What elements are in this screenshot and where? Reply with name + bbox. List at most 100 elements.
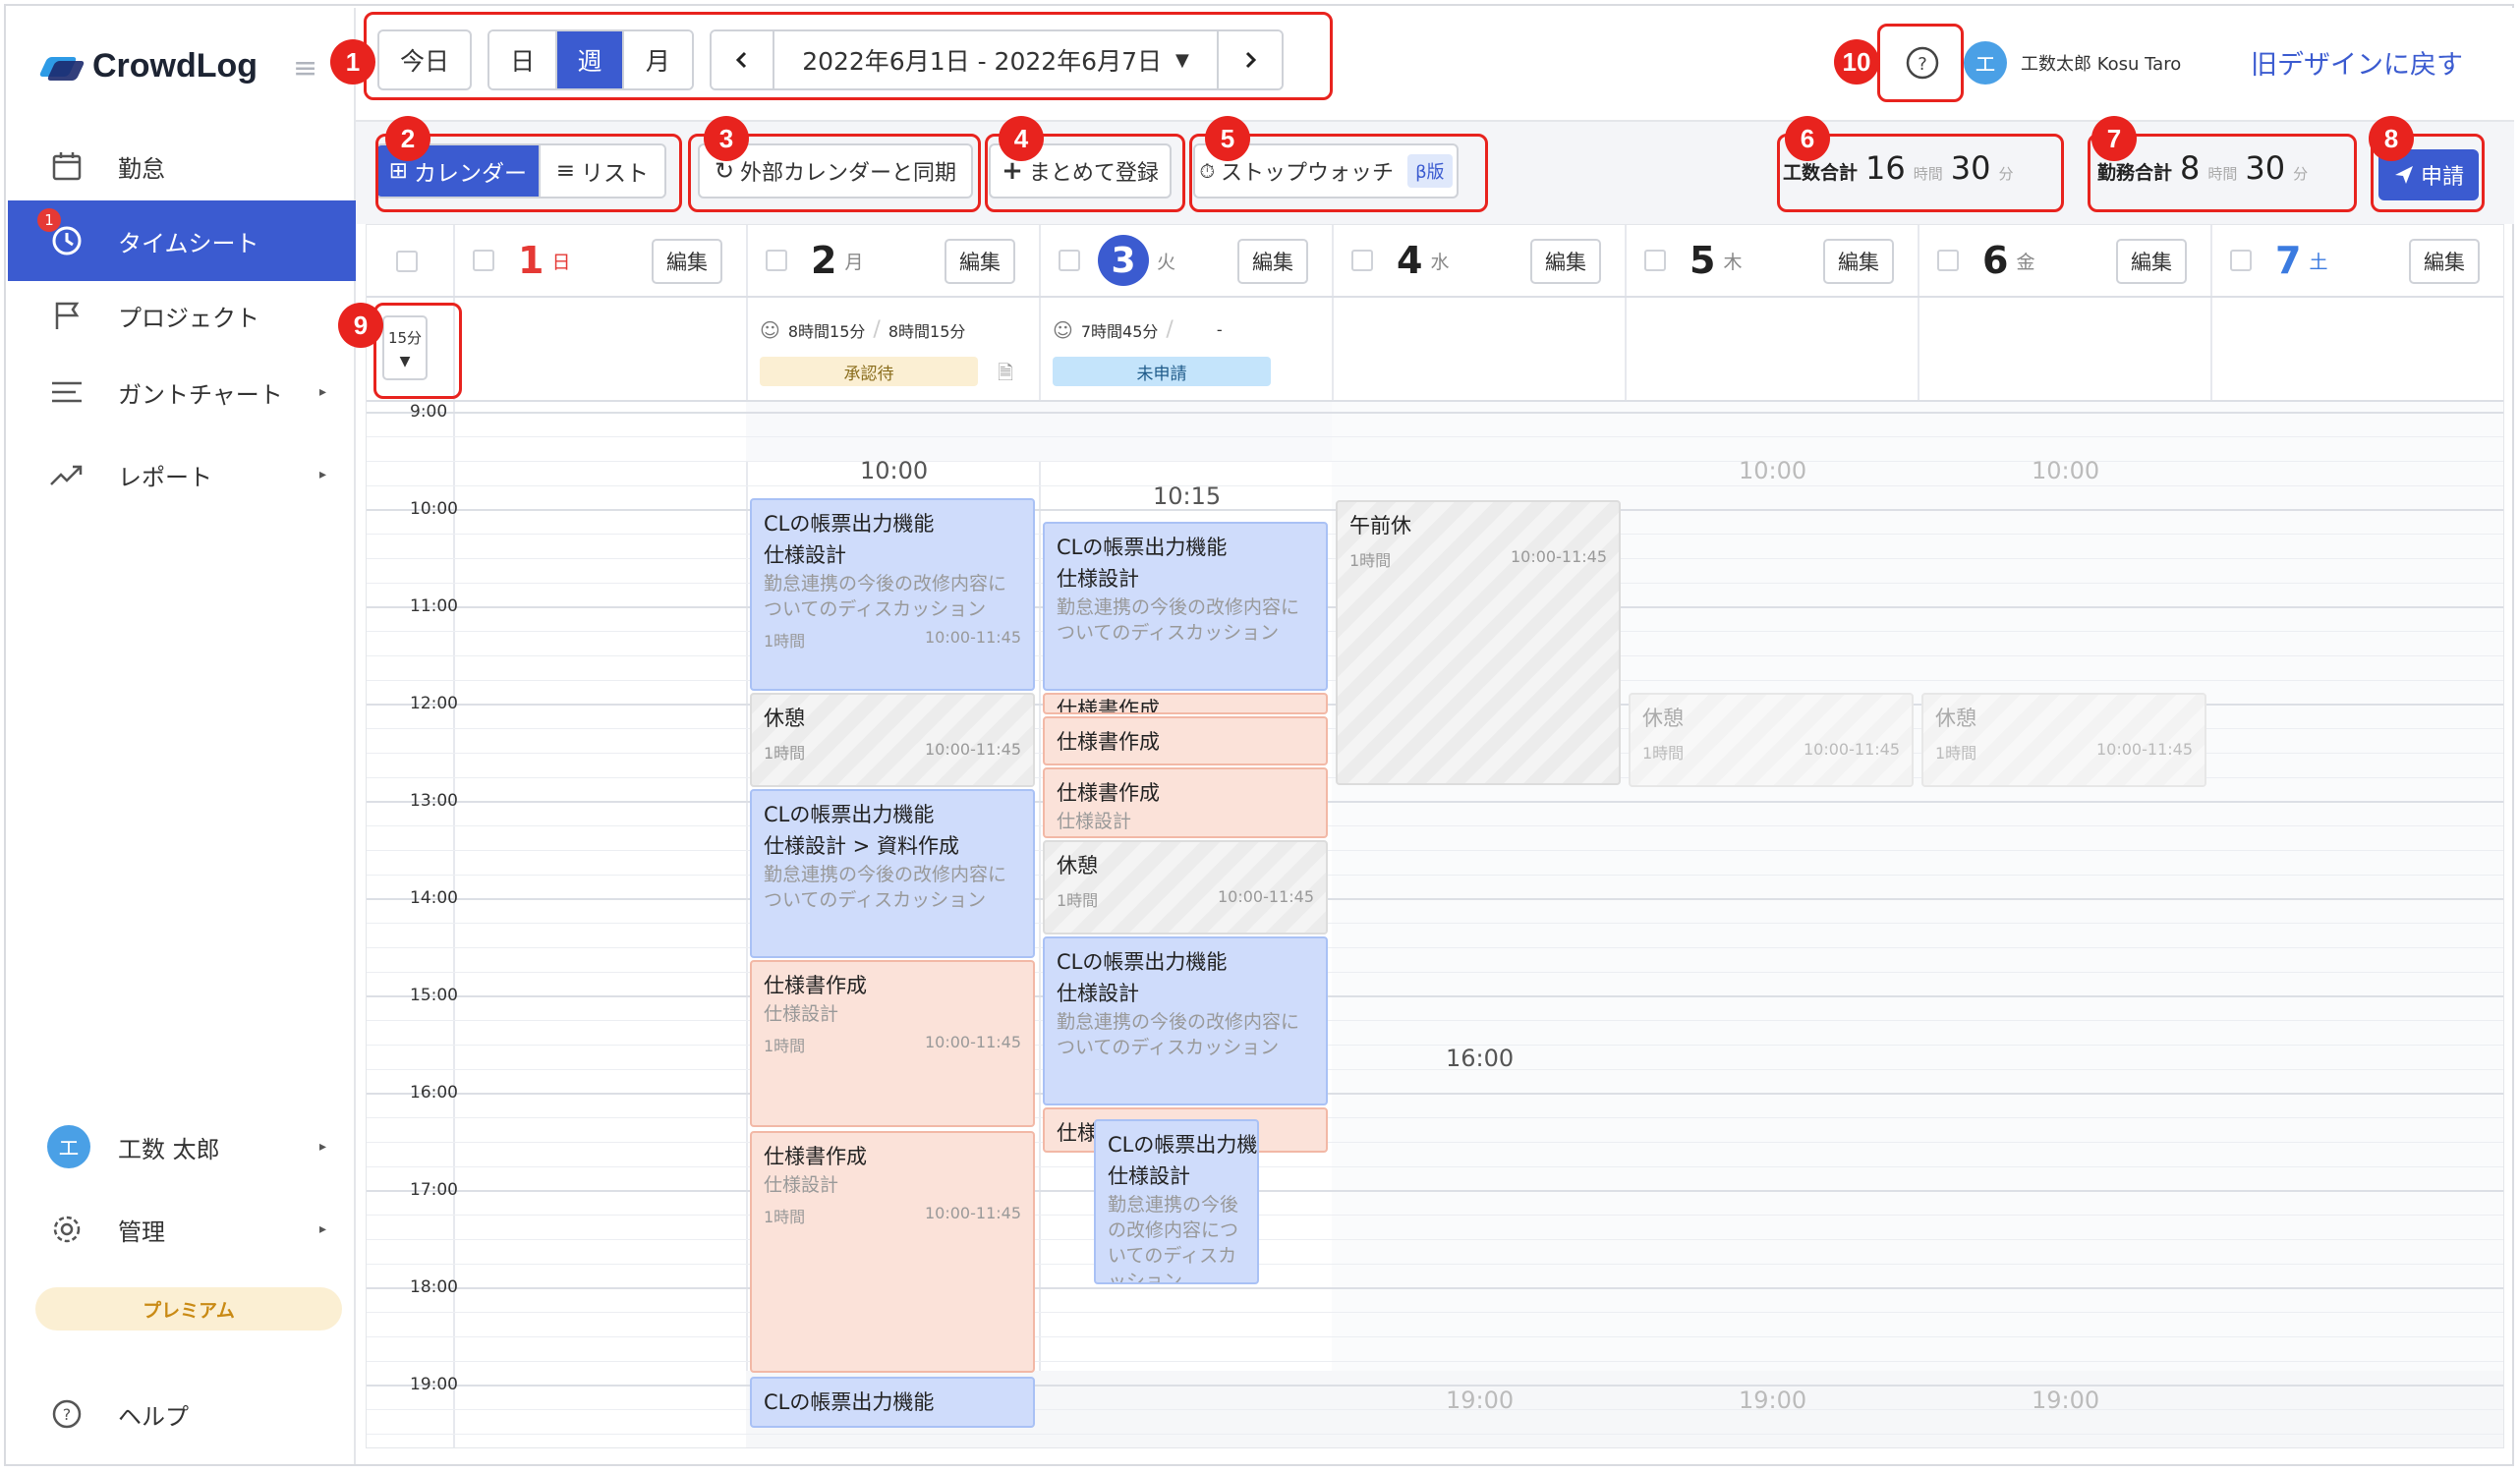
day-of-week: 金 [2016,251,2035,273]
calendar-event[interactable]: 仕様書作成 仕様設計 1時間 10:00-11:45 [750,960,1035,1127]
calendar-event[interactable]: 休憩 1時間 10:00-11:45 [1629,693,1914,787]
time-label: 17:00 [410,1180,458,1200]
notification-badge: 1 [37,208,61,232]
event-description: 勤怠連携の今後の改修内容についてのディスカッション [1057,596,1300,644]
edit-day-button[interactable]: 編集 [2409,239,2480,284]
edit-day-button[interactable]: 編集 [1823,239,1894,284]
end-marker: 19:00 [1446,1387,1515,1414]
day-number: 5 [1690,239,1716,282]
day-checkbox[interactable] [1644,250,1666,271]
event-task: 仕様設計 [1057,811,1132,832]
callout-number-5: 5 [1205,116,1250,161]
menu-collapse-icon[interactable]: ≡ [293,51,317,85]
attendance-start-mon: 10:00 [860,457,929,484]
planned-hours: 8時間15分 [888,321,966,341]
calendar-event[interactable]: CLの帳票出力機能 仕様設計 > 資料作成 勤怠連携の今後の改修内容についてのデ… [750,789,1035,958]
event-task: 仕様設計 > 資料作成 [764,834,959,858]
day-checkbox[interactable] [1937,250,1959,271]
day-number: 2 [811,239,837,282]
status-badge: 承認待 [760,357,978,386]
edit-day-button[interactable]: 編集 [1530,239,1601,284]
day-number: 6 [1982,239,2009,282]
flag-icon [47,296,86,335]
calendar-event[interactable]: CLの帳票出力機能 仕様設計 勤怠連携の今後の改修内容についてのディスカッション… [750,498,1035,691]
sidebar-item-label: プロジェクト [118,304,259,332]
event-time-range: 10:00-11:45 [925,740,1021,759]
day-checkbox[interactable] [2230,250,2252,271]
event-task: 仕様設計 [1108,1164,1190,1188]
chevron-right-icon: ▸ [318,1221,326,1237]
sidebar-item-project[interactable]: プロジェクト [8,275,356,356]
day-of-week: 木 [1723,251,1743,273]
select-all-checkbox[interactable] [396,251,418,272]
attendance-start-fri: 10:00 [2032,457,2100,484]
calendar-event[interactable]: 仕様書作成 仕様設計 1時間 10:00-11:45 [750,1131,1035,1373]
event-duration: 1時間 [764,744,806,763]
sidebar-item-admin[interactable]: 管理 ▸ [8,1189,356,1270]
time-label: 18:00 [410,1277,458,1297]
event-title: CLの帳票出力機能 [764,1390,935,1414]
day-checkbox[interactable] [473,250,494,271]
calendar-event-dragging[interactable]: CLの帳票出力機 仕様設計 勤怠連携の今後の改修内容についてのディスカッション [1094,1119,1259,1284]
event-description: 勤怠連携の今後の改修内容についてのディスカッション [764,573,1007,620]
planned-hours: - [1216,320,1223,339]
event-task: 仕様設計 [764,1003,839,1025]
event-title: 仕様書作成 [764,974,867,997]
calendar-event[interactable]: 仕様書作成 仕様設計 [1043,767,1328,838]
end-marker: 19:00 [2032,1387,2100,1414]
event-title: 休憩 [1935,707,1976,730]
calendar-event[interactable]: 休憩 1時間 10:00-11:45 [1921,693,2206,787]
event-time-range: 10:00-11:45 [925,1033,1021,1051]
sidebar-item-report[interactable]: レポート ▸ [8,434,356,515]
day-checkbox[interactable] [1351,250,1373,271]
day-number: 7 [2275,239,2302,282]
calendar-event[interactable]: 午前休 1時間 10:00-11:45 [1336,500,1621,785]
day-checkbox[interactable] [766,250,787,271]
calendar-event[interactable]: CLの帳票出力機能 仕様設計 勤怠連携の今後の改修内容についてのディスカッション [1043,936,1328,1105]
sidebar-user[interactable]: エ 工数 太郎 ▸ [8,1106,356,1187]
actual-hours: 7時間45分 [1080,321,1159,341]
calendar-event[interactable]: 休憩 1時間 10:00-11:45 [750,693,1035,787]
sidebar-item-timesheet[interactable]: 1 タイムシート [8,200,356,281]
calendar-event[interactable]: 仕様書作成 [1043,693,1328,714]
edit-day-button[interactable]: 編集 [2116,239,2187,284]
event-description: 勤怠連携の今後の改修内容についてのディスカッション [1057,1011,1300,1058]
sidebar-item-gantt[interactable]: ガントチャート ▸ [8,352,356,432]
event-title: CLの帳票出力機能 [764,803,935,826]
event-title: CLの帳票出力機 [1108,1133,1258,1157]
help-icon: ? [47,1394,86,1434]
day-checkbox[interactable] [1059,250,1080,271]
calendar-event[interactable]: CLの帳票出力機能 仕様設計 勤怠連携の今後の改修内容についてのディスカッション [1043,522,1328,691]
event-time-range: 10:00-11:45 [925,628,1021,647]
header-user[interactable]: エ 工数太郎 Kosu Taro [1964,41,2181,85]
event-duration: 1時間 [764,1037,806,1055]
sidebar-item-help[interactable]: ? ヘルプ [8,1374,356,1454]
day-of-week: 水 [1430,251,1450,273]
time-label: 12:00 [410,694,458,713]
time-label: 14:00 [410,888,458,908]
gantt-icon [47,372,86,412]
event-title: 休憩 [1057,854,1098,878]
callout-number-3: 3 [704,116,749,161]
legacy-design-link[interactable]: 旧デザインに戻す [2251,43,2463,82]
calendar-event[interactable]: 休憩 1時間 10:00-11:45 [1043,840,1328,934]
time-label: 9:00 [410,402,448,422]
event-title: CLの帳票出力機能 [1057,536,1228,559]
logo[interactable]: CrowdLog [38,47,258,85]
day-of-week: 土 [2309,251,2328,273]
callout-number-8: 8 [2369,116,2414,161]
gear-icon [47,1210,86,1249]
logo-icon [38,53,86,81]
attendance-end-wed: 16:00 [1446,1045,1515,1072]
edit-day-button[interactable]: 編集 [1237,239,1308,284]
calendar-event[interactable]: CLの帳票出力機能 [750,1377,1035,1428]
edit-day-button[interactable]: 編集 [945,239,1015,284]
event-task: 仕様設計 [764,1174,839,1196]
trend-icon [47,455,86,494]
document-icon[interactable]: 🗎 [998,359,1013,392]
sidebar-item-attendance[interactable]: 勤怠 [8,126,356,206]
callout-number-1: 1 [330,39,375,85]
calendar-event[interactable]: 仕様書作成 [1043,716,1328,765]
edit-day-button[interactable]: 編集 [652,239,722,284]
svg-text:?: ? [63,1405,72,1424]
